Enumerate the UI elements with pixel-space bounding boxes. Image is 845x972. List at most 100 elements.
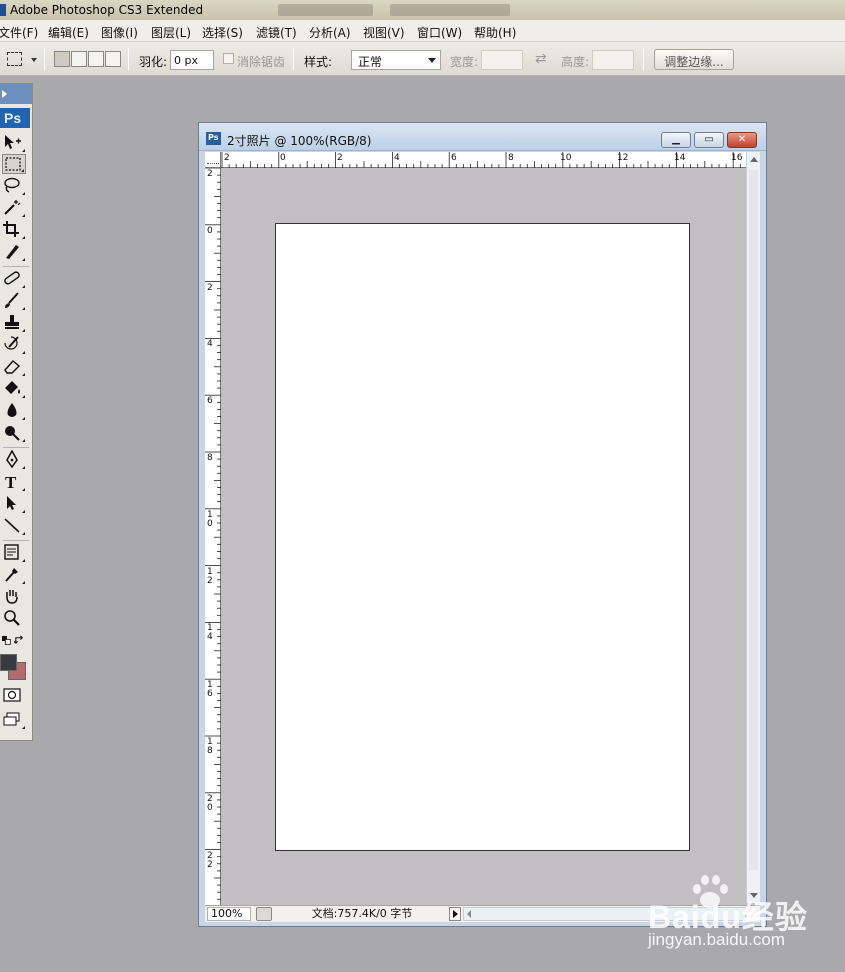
feather-input[interactable]: 0 px	[170, 50, 214, 70]
tool-flyout-indicator	[21, 169, 24, 172]
height-input[interactable]	[592, 50, 634, 70]
tool-flyout-indicator	[22, 192, 25, 195]
width-input[interactable]	[481, 50, 523, 70]
brush-icon	[5, 292, 19, 308]
rectangular-marquee-icon[interactable]	[7, 52, 22, 66]
foreground-color-swatch[interactable]	[0, 654, 17, 671]
toolbox-divider	[3, 540, 29, 541]
move-tool[interactable]	[2, 133, 26, 153]
pen-tool[interactable]	[2, 449, 26, 470]
document-title-bar[interactable]: Ps 2寸照片 @ 100%(RGB/8) ▁ ▭ ✕	[199, 123, 766, 151]
vertical-scrollbar[interactable]	[746, 152, 760, 903]
history-brush-tool[interactable]	[2, 335, 26, 355]
close-button[interactable]: ✕	[727, 132, 757, 148]
path-selection-tool[interactable]	[2, 494, 26, 514]
toolbox-grip[interactable]	[0, 84, 32, 104]
ruler-label: 4	[207, 339, 213, 349]
crop-tool[interactable]	[2, 220, 26, 240]
zoom-tool[interactable]	[2, 609, 26, 629]
menu-view[interactable]: 视图(V)	[363, 24, 405, 41]
marquee-icon	[5, 157, 21, 171]
ruler-label: 0	[207, 226, 213, 236]
eraser-tool[interactable]	[2, 357, 26, 377]
ruler-origin[interactable]	[205, 152, 221, 168]
magic-wand-tool[interactable]	[2, 198, 26, 218]
type-tool[interactable]: T	[2, 472, 26, 492]
menu-filter[interactable]: 滤镜(T)	[256, 24, 297, 41]
quick-mask-button[interactable]	[2, 686, 26, 706]
clone-stamp-tool[interactable]	[2, 313, 26, 333]
watermark-url: jingyan.baidu.com	[648, 930, 786, 949]
antialias-checkbox[interactable]	[223, 53, 234, 64]
ruler-horizontal[interactable]: 2 0 2 4 6 8 10 12 14 16	[205, 152, 746, 168]
eyedropper-tool[interactable]	[2, 565, 26, 585]
chevron-down-icon	[428, 58, 436, 63]
document-window: Ps 2寸照片 @ 100%(RGB/8) ▁ ▭ ✕ 2 0 2 4 6 8 …	[198, 122, 767, 927]
ruler-label: 1 0	[207, 510, 213, 529]
ruler-horizontal-ticks	[221, 152, 741, 168]
ruler-label: 14	[674, 153, 686, 163]
status-menu-button[interactable]	[449, 907, 461, 921]
menu-analysis[interactable]: 分析(A)	[309, 24, 351, 41]
menu-select[interactable]: 选择(S)	[202, 24, 243, 41]
maximize-button[interactable]: ▭	[694, 132, 724, 148]
add-to-selection-button[interactable]	[71, 51, 87, 67]
notes-tool[interactable]	[2, 543, 26, 563]
ruler-label: 1 8	[207, 737, 213, 756]
minimize-button[interactable]: ▁	[661, 132, 691, 148]
menu-window[interactable]: 窗口(W)	[417, 24, 462, 41]
healing-brush-tool[interactable]	[2, 269, 26, 289]
menu-file[interactable]: 文件(F)	[0, 24, 38, 41]
ruler-label: 8	[508, 153, 514, 163]
paint-bucket-tool[interactable]	[2, 379, 26, 399]
subtract-from-selection-button[interactable]	[88, 51, 104, 67]
ruler-label: 12	[617, 153, 629, 163]
lasso-tool[interactable]	[2, 176, 26, 196]
intersect-selection-button[interactable]	[105, 51, 121, 67]
tool-flyout-indicator	[22, 532, 25, 535]
style-select[interactable]: 正常	[351, 50, 441, 70]
new-selection-button[interactable]	[54, 51, 70, 67]
brush-tool[interactable]	[2, 291, 26, 311]
swap-colors-button[interactable]	[13, 635, 28, 647]
feather-label: 羽化:	[139, 55, 168, 69]
screen-mode-button[interactable]	[2, 710, 26, 730]
swap-width-height-icon[interactable]: ⇄	[535, 51, 547, 67]
ruler-label: 1 6	[207, 680, 213, 699]
tool-preset-dropdown-icon[interactable]	[31, 58, 37, 62]
collapse-arrow-icon[interactable]	[2, 90, 7, 98]
tool-flyout-indicator	[22, 351, 25, 354]
scroll-up-icon[interactable]	[750, 157, 758, 162]
tool-flyout-indicator	[22, 510, 25, 513]
zoom-level-field[interactable]: 100%	[207, 907, 251, 921]
default-colors-button[interactable]	[2, 635, 14, 647]
dodge-tool[interactable]	[2, 423, 26, 443]
menu-layer[interactable]: 图层(L)	[151, 24, 191, 41]
tool-flyout-indicator	[22, 149, 25, 152]
rectangular-marquee-tool[interactable]	[2, 154, 26, 174]
menu-bar: 文件(F) 编辑(E) 图像(I) 图层(L) 选择(S) 滤镜(T) 分析(A…	[0, 20, 845, 42]
tool-flyout-indicator	[22, 488, 25, 491]
tool-flyout-indicator	[22, 258, 25, 261]
line-tool[interactable]	[2, 516, 26, 536]
hand-tool[interactable]	[2, 587, 26, 607]
eyedropper-icon	[5, 568, 18, 582]
scrollbar-track[interactable]	[749, 170, 758, 870]
blur-tool[interactable]	[2, 401, 26, 421]
menu-help[interactable]: 帮助(H)	[474, 24, 516, 41]
ruler-vertical[interactable]: 2 0 2 4 6 8 1 0 1 2 1 4 1 6 1 8 2 0 2 2	[205, 168, 221, 908]
slice-tool[interactable]	[2, 242, 26, 262]
width-label: 宽度:	[450, 55, 479, 69]
refine-edge-button[interactable]: 调整边缘...	[654, 49, 734, 70]
canvas-area[interactable]	[222, 169, 746, 903]
scroll-left-icon[interactable]	[467, 910, 471, 918]
stamp-icon	[5, 315, 19, 329]
document-canvas[interactable]	[275, 223, 690, 851]
menu-image[interactable]: 图像(I)	[101, 24, 138, 41]
menu-edit[interactable]: 编辑(E)	[48, 24, 89, 41]
default-colors-icon	[2, 636, 11, 645]
photoshop-logo[interactable]: Ps	[0, 108, 30, 128]
ruler-label: 2	[224, 153, 230, 163]
status-info-button[interactable]	[256, 907, 272, 921]
crop-icon	[3, 221, 19, 237]
